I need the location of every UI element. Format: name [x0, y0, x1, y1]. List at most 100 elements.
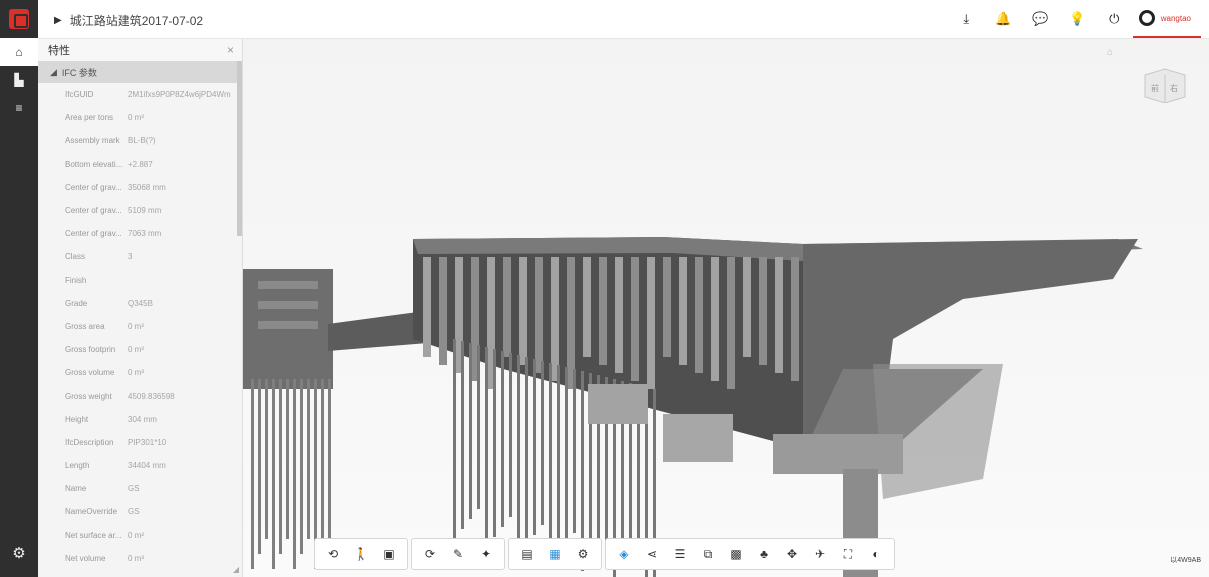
measure-button[interactable]: ✎ — [444, 540, 472, 568]
view-cube[interactable]: 前 右 — [1143, 67, 1187, 103]
facade-panel — [791, 257, 799, 381]
collapse-triangle-icon: ◢ — [50, 66, 57, 77]
pile — [517, 355, 520, 555]
property-row[interactable]: Gross footprin 0 m² — [65, 338, 242, 361]
property-row[interactable]: Length 34404 mm — [65, 454, 242, 477]
facade-panel — [583, 257, 591, 357]
orbit-icon: ⟲ — [327, 547, 339, 561]
rail-list-button[interactable]: ≡ — [0, 94, 38, 122]
property-key: Name — [65, 484, 87, 494]
property-value: 0 m² — [128, 321, 144, 331]
pier-cap — [663, 414, 733, 462]
facade-panel — [519, 257, 527, 365]
pile — [328, 379, 331, 539]
facade-panel — [663, 257, 671, 357]
explode-icon: ✦ — [480, 547, 492, 561]
camera-button[interactable]: ▣ — [375, 540, 403, 568]
building-window-row — [258, 301, 318, 309]
resize-grip-icon[interactable]: ◢ — [233, 565, 239, 574]
rail-chart-button[interactable]: ▙ — [0, 66, 38, 94]
copy-icon: ⧉ — [703, 546, 713, 561]
stack-icon: ☰ — [674, 547, 686, 561]
property-row[interactable]: Gross area 0 m² — [65, 315, 242, 338]
facade-panel — [775, 257, 783, 373]
property-row[interactable]: Center of grav... 7063 mm — [65, 222, 242, 245]
pile — [573, 369, 576, 533]
property-row[interactable]: IfcDescription PIP301*10 — [65, 431, 242, 454]
chart-icon: ▙ — [14, 73, 24, 87]
property-key: NameOverride — [65, 507, 118, 517]
copy-button[interactable]: ⧉ — [694, 540, 722, 568]
download-icon: ⤓ — [963, 11, 970, 26]
property-row[interactable]: Center of grav... 5109 mm — [65, 199, 242, 222]
pile — [461, 341, 464, 529]
pile — [477, 345, 480, 509]
app: ⌂ ▙ ≡ ⚙ ▶ 城江路站建筑2017-07-02 ⤓ 🔔 💬 💡 ⏻ wan… — [0, 0, 1209, 577]
property-value: 2M1ifxs9P0P8Z4w6jPD4Wm — [128, 90, 231, 100]
pile — [293, 379, 296, 569]
hierarchy-button[interactable]: ♣ — [750, 540, 778, 568]
panel-scrollbar[interactable] — [237, 61, 242, 236]
toolbar-group: ◈ ⋖ ☰ ⧉ ▩ ♣ ✥ ✈ ⛶ ◐ — [605, 538, 895, 570]
rail-home-button[interactable]: ⌂ — [0, 38, 38, 66]
logout-button[interactable]: ⏻ — [1096, 0, 1133, 38]
lightbulb-icon: 💡 — [1069, 11, 1086, 26]
property-key: Net volume — [65, 553, 106, 563]
property-row[interactable]: Net volume 0 m³ — [65, 547, 242, 570]
topbar-actions: ⤓ 🔔 💬 💡 ⏻ wangtao — [948, 0, 1201, 38]
property-row[interactable]: Net surface ar... 0 m² — [65, 524, 242, 547]
pile — [453, 339, 456, 539]
property-key: Bottom elevati... — [65, 159, 123, 169]
property-row[interactable]: Height 304 mm — [65, 408, 242, 431]
property-value: 0 m³ — [128, 553, 144, 563]
fit-button[interactable]: ⛶ — [834, 540, 862, 568]
explode-button[interactable]: ✦ — [472, 540, 500, 568]
layers-button[interactable]: ◈ — [610, 540, 638, 568]
download-button[interactable]: ⤓ — [948, 0, 985, 38]
tips-button[interactable]: 💡 — [1059, 0, 1096, 38]
property-row[interactable]: Assembly mark BL-B(?) — [65, 129, 242, 152]
pile — [557, 365, 560, 553]
power-icon: ⏻ — [1109, 11, 1120, 26]
property-value: GS — [128, 484, 140, 494]
stack-button[interactable]: ☰ — [666, 540, 694, 568]
settings-button[interactable]: ⚙ — [569, 540, 597, 568]
notifications-button[interactable]: 🔔 — [985, 0, 1022, 38]
property-group-header[interactable]: ◢ IFC 参数 — [38, 61, 242, 83]
model-browser-button[interactable]: ▤ — [513, 540, 541, 568]
properties-button[interactable]: ▦ — [541, 540, 569, 568]
property-row[interactable]: Class 3 — [65, 245, 242, 268]
property-value: 0 m² — [128, 113, 144, 123]
contrast-button[interactable]: ◐ — [862, 540, 890, 568]
property-row[interactable]: NameOverride GS — [65, 500, 242, 523]
app-logo[interactable] — [0, 0, 38, 38]
pile — [258, 379, 261, 554]
section-button[interactable]: ▩ — [722, 540, 750, 568]
contrast-icon: ◐ — [872, 547, 880, 561]
property-row[interactable]: Area per tons 0 m² — [65, 106, 242, 129]
pile — [509, 353, 512, 517]
property-row[interactable]: Gross weight 4509.836598 — [65, 384, 242, 407]
facade-panel — [535, 257, 543, 373]
property-row[interactable]: Finish — [65, 269, 242, 292]
walk-button[interactable]: 🚶 — [347, 540, 375, 568]
model-viewport[interactable]: ⌂ 前 右 以4W9AB — [243, 39, 1209, 577]
rotate-button[interactable]: ⟳ — [416, 540, 444, 568]
property-row[interactable]: Grade Q345B — [65, 292, 242, 315]
navigate-button[interactable]: ✥ — [778, 540, 806, 568]
property-row[interactable]: Center of grav... 35068 mm — [65, 176, 242, 199]
home-view-icon[interactable]: ⌂ — [1107, 47, 1113, 58]
toolbar-group: ⟳ ✎ ✦ — [411, 538, 505, 570]
property-row[interactable]: Bottom elevati... +2.887 — [65, 153, 242, 176]
share-button[interactable]: ⋖ — [638, 540, 666, 568]
property-row[interactable]: IfcGUID 2M1ifxs9P0P8Z4w6jPD4Wm — [65, 83, 242, 106]
plane-button[interactable]: ✈ — [806, 540, 834, 568]
chat-button[interactable]: 💬 — [1022, 0, 1059, 38]
rail-settings-button[interactable]: ⚙ — [0, 539, 38, 567]
user-menu[interactable]: wangtao — [1132, 0, 1201, 38]
expand-triangle-icon[interactable]: ▶ — [54, 15, 62, 26]
close-icon[interactable]: × — [227, 43, 234, 57]
property-row[interactable]: Gross volume 0 m³ — [65, 361, 242, 384]
property-row[interactable]: Name GS — [65, 477, 242, 500]
orbit-button[interactable]: ⟲ — [319, 540, 347, 568]
